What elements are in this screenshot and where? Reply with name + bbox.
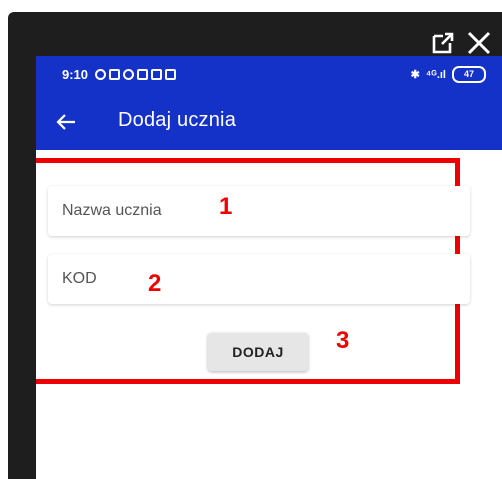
add-button[interactable]: DODAJ <box>208 333 308 371</box>
phone-screen: 9:10 ✱ ⁴ᴳ.ıl 47 Dodaj ucznia Nazwa uczni… <box>36 56 502 479</box>
code-field[interactable] <box>48 254 470 304</box>
notification-icons <box>95 69 177 80</box>
screenshot-frame: 9:10 ✱ ⁴ᴳ.ıl 47 Dodaj ucznia Nazwa uczni… <box>0 0 502 479</box>
student-name-field[interactable] <box>48 186 470 236</box>
eye-icon <box>95 69 107 80</box>
status-right-group: ✱ ⁴ᴳ.ıl 47 <box>411 66 486 83</box>
battery-icon: 47 <box>452 66 486 83</box>
image-icon <box>165 69 177 80</box>
grid-icon <box>151 69 163 80</box>
status-time: 9:10 <box>62 67 89 82</box>
annotation-marker-3: 3 <box>336 327 350 354</box>
app-icon <box>109 69 121 80</box>
annotation-marker-1: 1 <box>219 193 233 220</box>
page-title: Dodaj ucznia <box>118 109 237 131</box>
signal-icon: ⁴ᴳ.ıl <box>425 68 446 81</box>
bluetooth-icon: ✱ <box>410 69 420 81</box>
chat-icon <box>123 69 135 80</box>
app-bar: Dodaj ucznia <box>36 94 502 150</box>
status-time-group: 9:10 <box>62 67 177 82</box>
window-controls <box>430 30 492 56</box>
status-bar: 9:10 ✱ ⁴ᴳ.ıl 47 <box>36 56 502 94</box>
notification-icon <box>137 69 149 80</box>
student-name-input[interactable] <box>48 186 470 236</box>
code-input[interactable] <box>48 254 470 304</box>
arrow-left-icon[interactable] <box>52 108 80 136</box>
annotation-marker-2: 2 <box>148 270 162 297</box>
external-link-icon[interactable] <box>430 30 456 56</box>
close-icon[interactable] <box>466 30 492 56</box>
